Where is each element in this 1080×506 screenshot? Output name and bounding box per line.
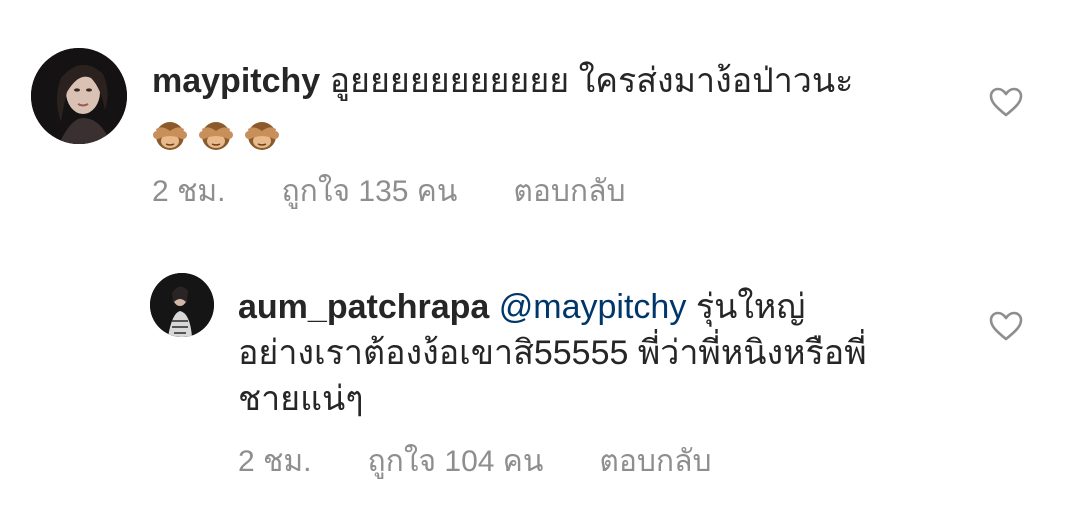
see-no-evil-monkey-icon bbox=[152, 117, 188, 153]
heart-outline-icon[interactable] bbox=[988, 86, 1024, 118]
heart-outline-icon[interactable] bbox=[988, 310, 1024, 342]
comment-text: อูยยยยยยยยยยย ใครส่งมาง้อป่าวนะ bbox=[329, 62, 854, 100]
comment-line-3: ชายแน่ๆ bbox=[238, 380, 364, 418]
likes-count[interactable]: ถูกใจ 135 คน bbox=[282, 168, 458, 215]
timestamp: 2 ชม. bbox=[238, 445, 312, 478]
comment-aum-patchrapa: aum_patchrapa @maypitchy รุ่นใหญ่ อย่างเ… bbox=[0, 230, 1080, 506]
comment-line-2: อย่างเราต้องง้อเขาสิ55555 พี่ว่าพี่หนิงห… bbox=[238, 334, 867, 372]
avatar[interactable] bbox=[150, 273, 214, 337]
likes-count[interactable]: ถูกใจ 104 คน bbox=[368, 438, 544, 485]
mention-link[interactable]: @maypitchy bbox=[499, 288, 687, 326]
comment-meta: 2 ชม. ถูกใจ 104 คน ตอบกลับ bbox=[238, 438, 712, 485]
timestamp: 2 ชม. bbox=[152, 175, 226, 208]
comment-text: รุ่นใหญ่ bbox=[695, 288, 806, 326]
comment-line-1: aum_patchrapa @maypitchy รุ่นใหญ่ bbox=[238, 284, 978, 330]
emoji-row bbox=[152, 110, 972, 156]
comment-maypitchy: maypitchy อูยยยยยยยยยยย ใครส่งมาง้อป่าวน… bbox=[0, 0, 1080, 230]
reply-button[interactable]: ตอบกลับ bbox=[599, 438, 711, 485]
comment-body: aum_patchrapa @maypitchy รุ่นใหญ่ อย่างเ… bbox=[238, 284, 978, 422]
see-no-evil-monkey-icon bbox=[198, 117, 234, 153]
avatar[interactable] bbox=[31, 48, 127, 144]
see-no-evil-monkey-icon bbox=[244, 117, 280, 153]
comment-meta: 2 ชม. ถูกใจ 135 คน ตอบกลับ bbox=[152, 168, 626, 215]
comment-body: maypitchy อูยยยยยยยยยยย ใครส่งมาง้อป่าวน… bbox=[152, 58, 972, 156]
username[interactable]: aum_patchrapa bbox=[238, 288, 489, 326]
reply-button[interactable]: ตอบกลับ bbox=[513, 168, 625, 215]
username[interactable]: maypitchy bbox=[152, 62, 320, 100]
